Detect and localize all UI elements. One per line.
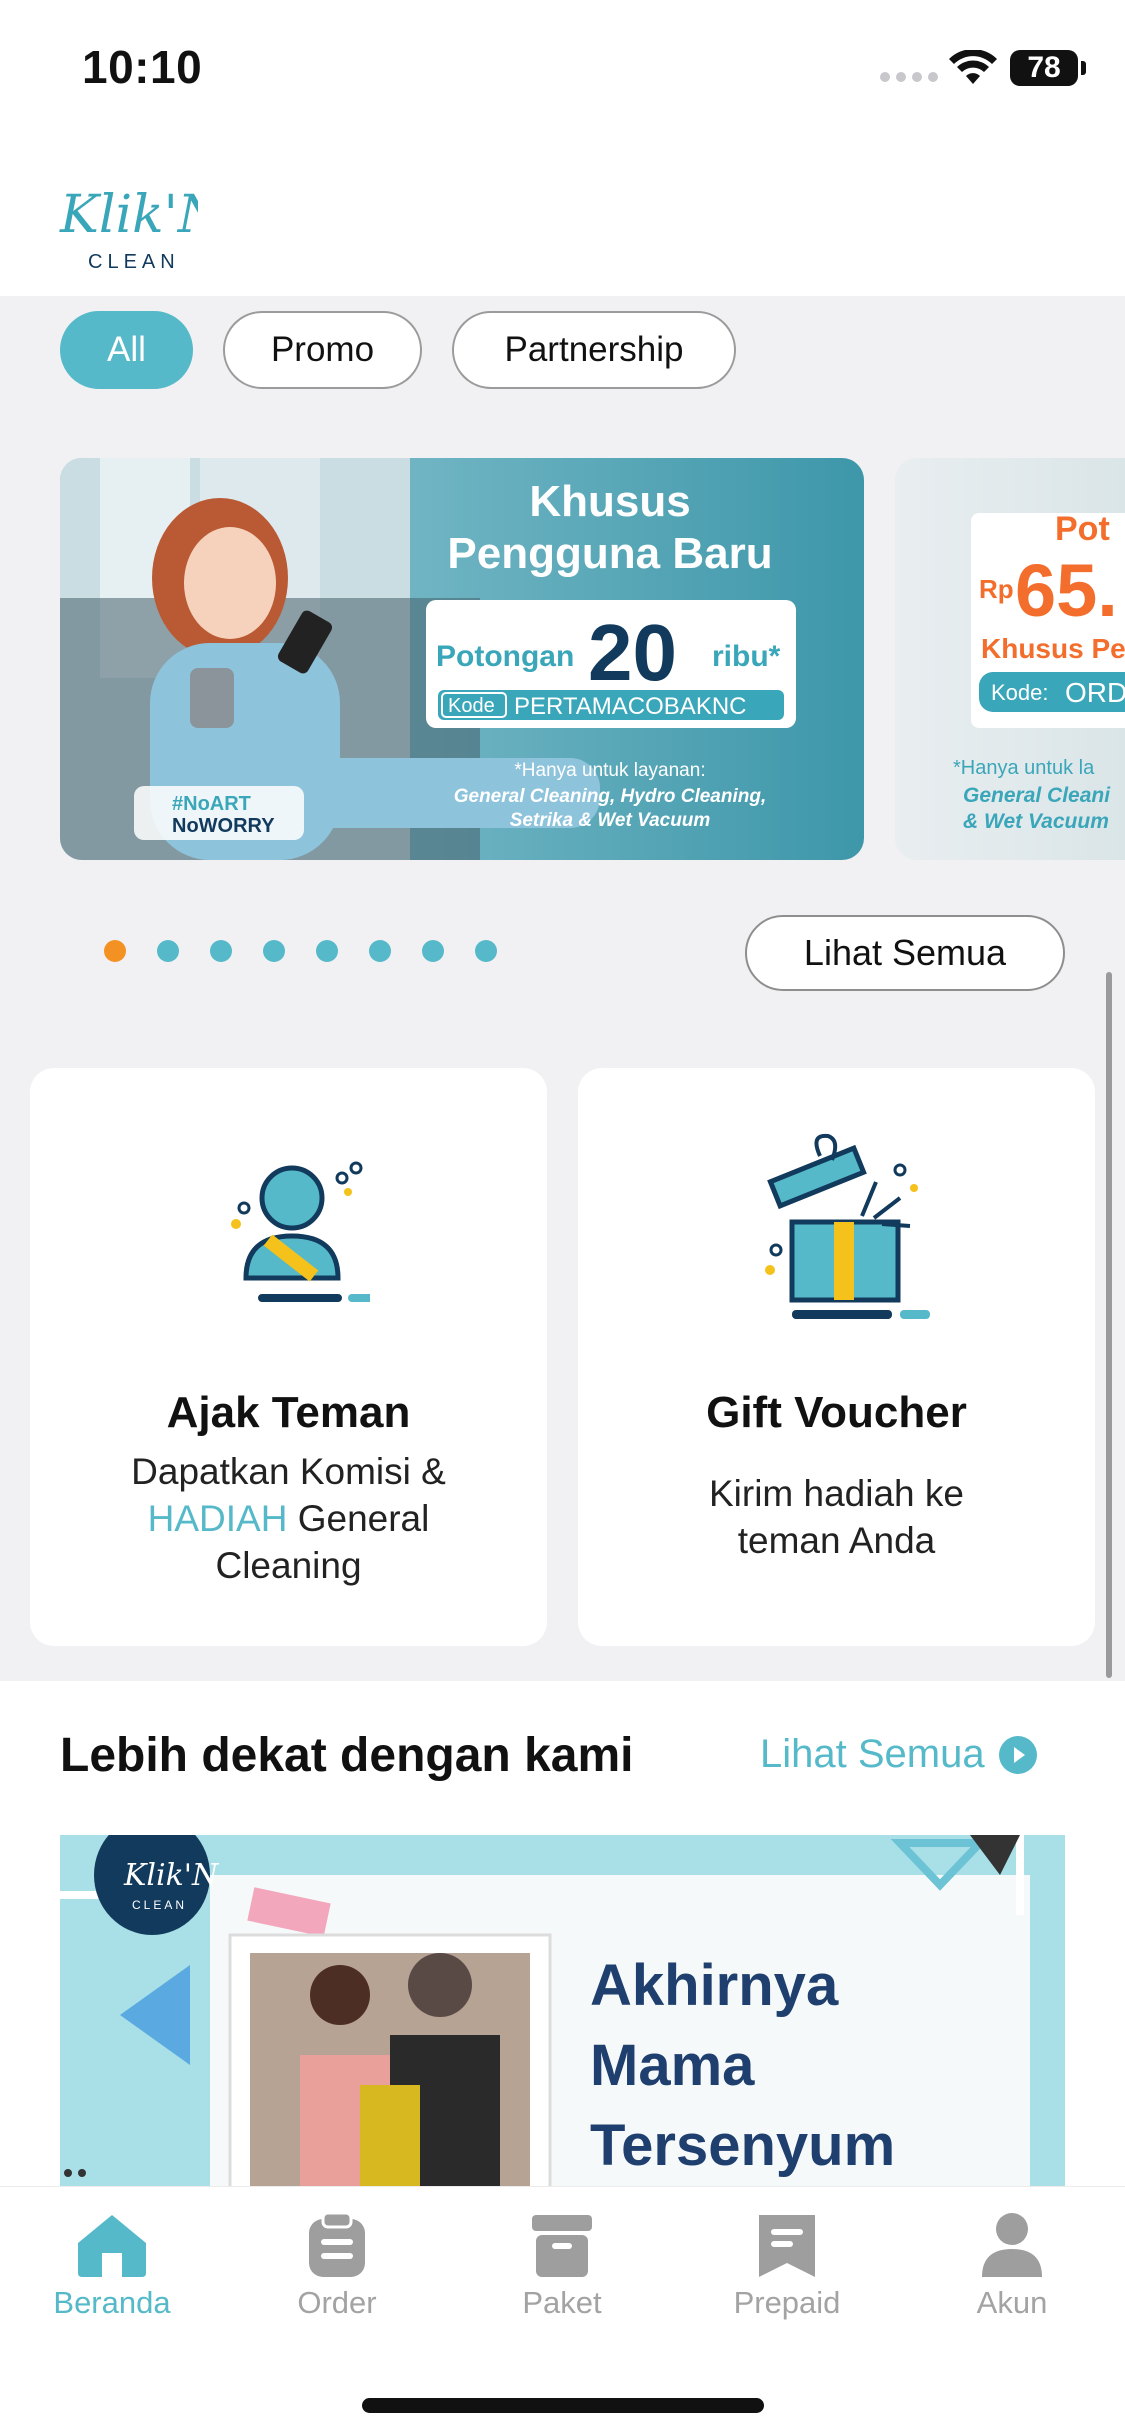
tab-order[interactable]: Order — [237, 2211, 437, 2321]
card-desc-line: teman Anda — [737, 1520, 936, 1561]
signal-icon — [880, 72, 938, 82]
see-all-promo-button[interactable]: Lihat Semua — [745, 915, 1065, 991]
banner-discount-prefix: Potongan — [436, 640, 574, 673]
banner2-currency: Rp — [979, 574, 1014, 604]
carousel-dot[interactable] — [210, 940, 232, 962]
person-icon — [982, 2213, 1042, 2277]
article-thumbnail[interactable]: Klik'N CLEAN Akhirnya Mama Tersenyum — [60, 1835, 1065, 2187]
see-all-articles-link[interactable]: Lihat Semua — [760, 1732, 1037, 1777]
wifi-icon — [949, 50, 997, 84]
tab-paket[interactable]: Paket — [462, 2211, 662, 2321]
card-description: Kirim hadiah ke teman Anda — [618, 1470, 1055, 1564]
chip-promo[interactable]: Promo — [223, 311, 422, 389]
chip-all[interactable]: All — [60, 311, 193, 389]
banner2-note-2: General Cleani — [963, 784, 1111, 807]
gift-box-icon — [765, 1133, 930, 1319]
carousel-indicator — [104, 940, 497, 962]
article-logo-bottom: CLEAN — [132, 1898, 187, 1912]
card-desc-highlight: HADIAH — [147, 1498, 288, 1539]
promo-banner-new-user[interactable]: #NoART NoWORRY Khusus Pengguna Baru Poto… — [60, 458, 864, 860]
badge-line-1: #NoART — [172, 793, 251, 815]
carousel-dot[interactable] — [422, 940, 444, 962]
home-screen: 10:10 78 Klik'N CLEAN All Promo Partners… — [0, 0, 1125, 2436]
banner-headline-2: Pengguna Baru — [447, 529, 772, 578]
card-desc-line: Kirim hadiah ke — [708, 1473, 964, 1514]
box-icon — [532, 2215, 592, 2277]
banner-note-2: General Cleaning, Hydro Cleaning, — [454, 786, 767, 807]
chip-partnership[interactable]: Partnership — [452, 311, 736, 389]
article-logo-top: Klik'N — [123, 1858, 220, 1893]
carousel-dot[interactable] — [369, 940, 391, 962]
see-all-label: Lihat Semua — [760, 1732, 985, 1776]
banner2-note-3: & Wet Vacuum — [963, 810, 1109, 833]
card-desc-line: Dapatkan Komisi & — [131, 1451, 446, 1492]
tab-label: Akun — [976, 2285, 1048, 2320]
section-title: Lebih dekat dengan kami — [60, 1729, 634, 1782]
banner-note-3: Setrika & Wet Vacuum — [510, 810, 711, 831]
tab-label: Order — [297, 2285, 377, 2320]
carousel-dot[interactable] — [263, 940, 285, 962]
tab-beranda[interactable]: Beranda — [12, 2211, 212, 2321]
banner2-headline: Pot — [1055, 510, 1110, 548]
refer-friend-card[interactable]: Ajak Teman Dapatkan Komisi & HADIAH Gene… — [30, 1068, 547, 1646]
article-line-3: Tersenyum — [590, 2113, 895, 2178]
tab-label: Paket — [522, 2285, 602, 2320]
refer-friend-icon — [231, 1161, 370, 1302]
banner-code: PERTAMACOBAKNC — [514, 693, 747, 720]
card-description: Dapatkan Komisi & HADIAH General Cleanin… — [70, 1448, 507, 1589]
tab-label: Prepaid — [733, 2285, 841, 2320]
banner2-sub: Khusus Pe — [981, 633, 1125, 664]
carousel-dot[interactable] — [157, 940, 179, 962]
bookmark-icon — [759, 2215, 815, 2277]
battery-indicator: 78 — [1010, 50, 1086, 86]
banner-code-label: Kode — [448, 695, 495, 717]
banner-discount-value: 20 — [588, 608, 677, 697]
promo-banner-2[interactable]: Pot Rp 65. Khusus Pe Kode: ORD *Hanya un… — [895, 458, 1125, 860]
card-title: Ajak Teman — [166, 1388, 411, 1437]
tab-akun[interactable]: Akun — [912, 2211, 1112, 2321]
app-header: Klik'N CLEAN — [0, 140, 1125, 296]
banner-note-1: *Hanya untuk layanan: — [514, 760, 705, 781]
article-image: Klik'N CLEAN Akhirnya Mama Tersenyum — [60, 1835, 1065, 2187]
card-desc-line: Cleaning — [215, 1545, 362, 1586]
gift-voucher-card[interactable]: Gift Voucher Kirim hadiah ke teman Anda — [578, 1068, 1095, 1646]
clipboard-icon — [309, 2211, 365, 2277]
tab-label: Beranda — [53, 2285, 171, 2320]
tab-prepaid[interactable]: Prepaid — [687, 2211, 887, 2321]
banner-2-illustration: Pot Rp 65. Khusus Pe Kode: ORD *Hanya un… — [953, 510, 1125, 833]
klikn-clean-logo: Klik'N CLEAN — [59, 185, 198, 273]
banner-illustration: #NoART NoWORRY Khusus Pengguna Baru Poto… — [60, 458, 796, 860]
logo-text-top: Klik'N — [59, 185, 198, 245]
chevron-right-circle-icon — [998, 1735, 1037, 1774]
banner-headline-1: Khusus — [529, 477, 690, 526]
banner2-code: ORD — [1065, 677, 1125, 708]
banner-discount-suffix: ribu* — [712, 640, 781, 673]
carousel-dot[interactable] — [104, 940, 126, 962]
logo-text-bottom: CLEAN — [88, 251, 180, 273]
card-desc-line: General — [297, 1498, 430, 1539]
home-indicator[interactable] — [362, 2398, 764, 2413]
badge-line-2: NoWORRY — [172, 815, 275, 837]
carousel-dot[interactable] — [475, 940, 497, 962]
status-time: 10:10 — [82, 41, 203, 93]
status-bar: 10:10 78 — [0, 0, 1125, 140]
banner2-note-1: *Hanya untuk la — [953, 757, 1095, 779]
article-line-1: Akhirnya — [590, 1953, 839, 2018]
article-line-2: Mama — [590, 2033, 755, 2098]
banner2-code-label: Kode: — [991, 680, 1049, 705]
home-icon — [78, 2215, 146, 2277]
card-title: Gift Voucher — [706, 1388, 967, 1437]
carousel-dot[interactable] — [316, 940, 338, 962]
scrollbar[interactable] — [1106, 972, 1112, 1678]
banner2-value: 65. — [1015, 549, 1118, 632]
